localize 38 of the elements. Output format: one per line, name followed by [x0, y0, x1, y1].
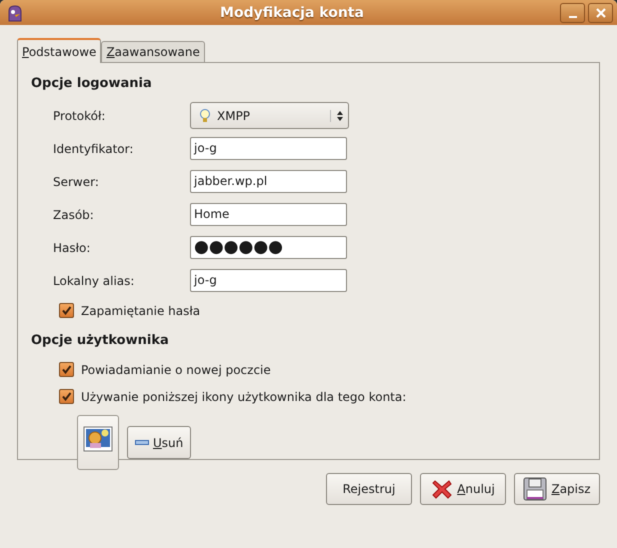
- tab[interactable]: Zaawansowane: [101, 41, 205, 62]
- tab[interactable]: Podstawowe: [17, 38, 102, 63]
- field-label: Lokalny alias:: [52, 274, 136, 288]
- minimize-icon: [568, 16, 576, 18]
- checkbox[interactable]: [59, 303, 74, 318]
- input-field[interactable]: Home: [190, 203, 347, 226]
- user-icon-button[interactable]: [77, 415, 119, 470]
- remove-button[interactable]: Usuń: [127, 426, 192, 459]
- close-button[interactable]: [588, 2, 613, 22]
- field-label: Serwer:: [52, 174, 100, 188]
- checkbox[interactable]: [59, 362, 74, 377]
- input-field[interactable]: jo-g: [190, 137, 347, 160]
- close-icon: [594, 6, 606, 18]
- cancel-button[interactable]: Anuluj: [420, 473, 506, 505]
- input-field[interactable]: jo-g: [190, 269, 347, 292]
- app-icon: [6, 4, 24, 22]
- checkbox-label: Używanie poniższej ikony użytkownika dla tego konta:: [81, 390, 406, 404]
- field-label: Zasób:: [52, 208, 95, 222]
- spinner-arrows-icon: [336, 110, 344, 122]
- field-label: Hasło:: [52, 240, 92, 254]
- lightbulb-icon: [199, 108, 211, 124]
- field-label: Identyfikator:: [52, 142, 134, 156]
- register-button[interactable]: Rejestruj: [326, 473, 412, 505]
- input-field[interactable]: jabber.wp.pl: [190, 170, 347, 193]
- section-heading: Opcje logowania: [31, 75, 153, 93]
- section-heading: Opcje użytkownika: [31, 332, 170, 350]
- field-label: Protokół:: [52, 108, 106, 122]
- picture-frame-icon: [83, 426, 113, 452]
- checkbox-label: Zapamiętanie hasła: [81, 304, 200, 318]
- checkbox-label: Powiadamianie o nowej poczcie: [81, 362, 271, 376]
- minus-icon: [135, 440, 149, 446]
- save-button[interactable]: Zapisz: [514, 473, 600, 505]
- protocol-dropdown[interactable]: XMPP: [190, 102, 349, 129]
- x-mark-icon: [431, 478, 454, 500]
- minimize-button[interactable]: [560, 2, 585, 22]
- window-title: Modyfikacja konta: [219, 4, 365, 20]
- password-field[interactable]: ●●●●●●: [190, 236, 347, 259]
- checkbox[interactable]: [59, 389, 74, 404]
